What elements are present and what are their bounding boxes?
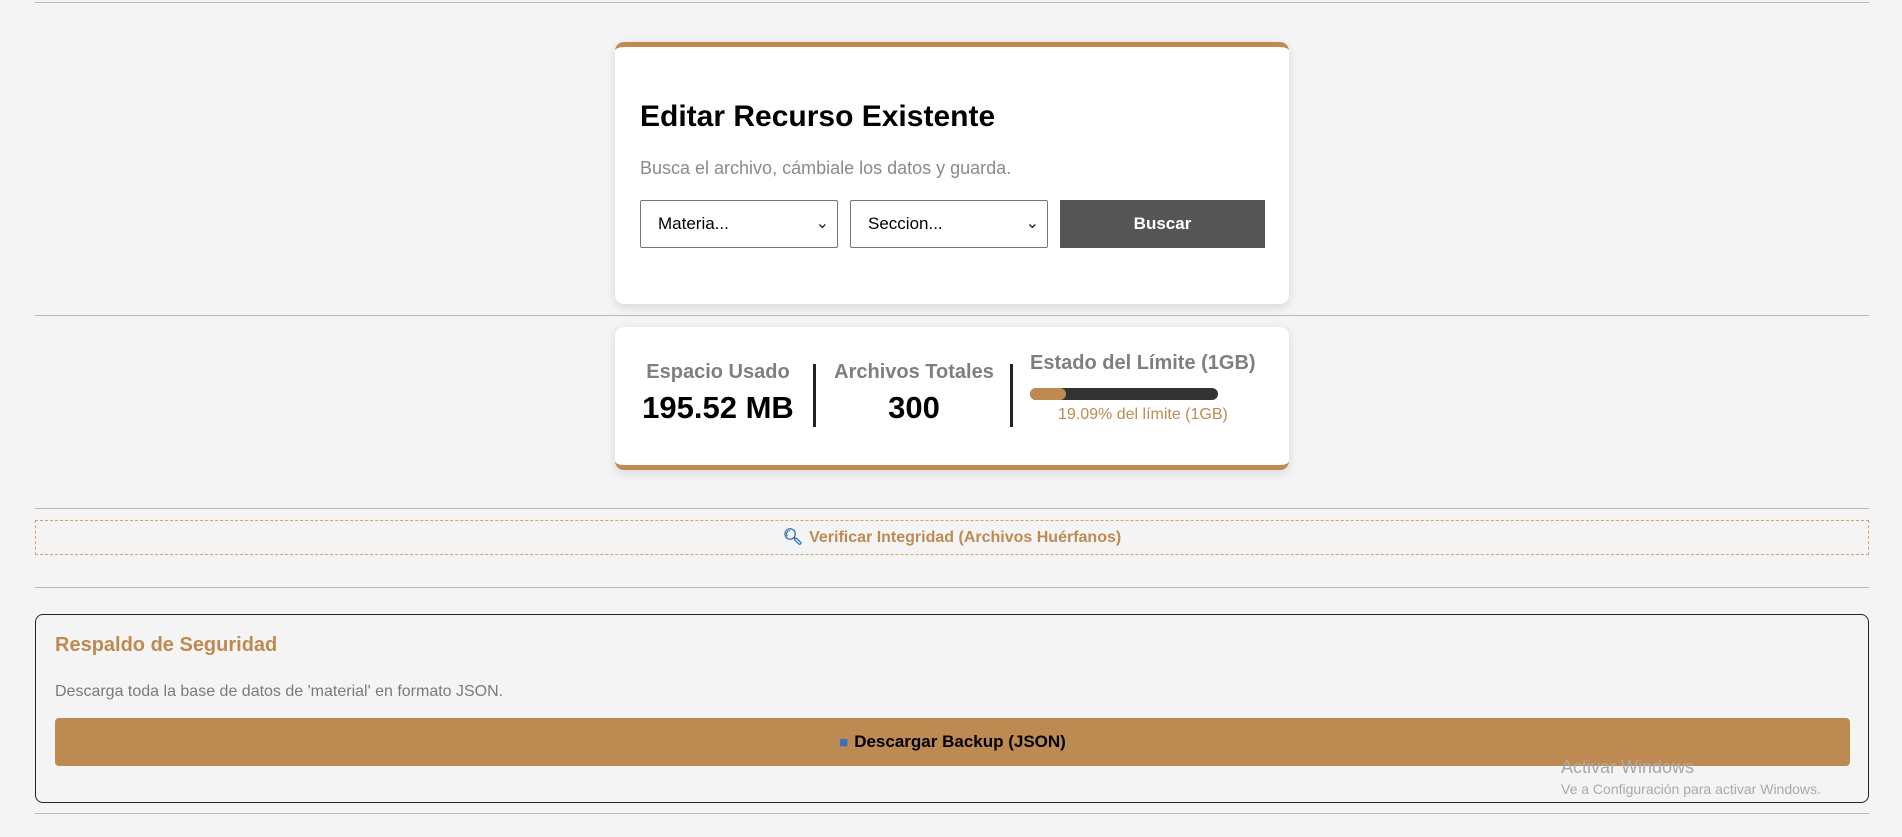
edit-resource-card: Editar Recurso Existente Busca el archiv… — [615, 42, 1289, 304]
search-button[interactable]: Buscar — [1060, 200, 1265, 248]
bottom-divider — [35, 813, 1869, 814]
stat-separator — [1010, 364, 1013, 427]
used-space-value: 195.52 MB — [642, 390, 794, 425]
chevron-down-icon: ⌄ — [1025, 215, 1039, 232]
limit-progress-bar — [1030, 388, 1218, 400]
stat-used-space: Espacio Usado 195.52 MB — [633, 361, 803, 426]
seccion-select[interactable]: Seccion... ⌄ — [850, 200, 1048, 248]
seccion-select-value: Seccion... — [868, 214, 943, 233]
package-icon: ■ — [839, 734, 849, 751]
backup-title: Respaldo de Seguridad — [55, 634, 278, 656]
used-space-label: Espacio Usado — [646, 361, 790, 383]
watermark-subtitle: Ve a Configuración para activar Windows. — [1561, 781, 1821, 797]
total-files-label: Archivos Totales — [834, 361, 994, 383]
top-divider — [35, 2, 1869, 3]
windows-activation-watermark: Activar Windows Ve a Configuración para … — [1561, 757, 1821, 797]
limit-progress-text: 19.09% del límite (1GB) — [1058, 406, 1228, 423]
materia-select-value: Materia... — [658, 214, 729, 233]
verify-integrity-button[interactable]: 🔍︎ Verificar Integridad (Archivos Huérfan… — [35, 520, 1869, 555]
divider — [35, 315, 1869, 316]
edit-title: Editar Recurso Existente — [640, 100, 996, 133]
stat-total-files: Archivos Totales 300 — [829, 361, 999, 426]
verify-integrity-label: Verificar Integridad (Archivos Huérfanos… — [809, 529, 1122, 546]
limit-progress-fill — [1030, 388, 1066, 400]
edit-subtitle: Busca el archivo, cámbiale los datos y g… — [640, 158, 1012, 178]
chevron-down-icon: ⌄ — [815, 215, 829, 232]
total-files-value: 300 — [888, 390, 940, 425]
magnifier-icon: 🔍︎ — [782, 529, 804, 546]
download-backup-label: Descargar Backup (JSON) — [854, 732, 1066, 751]
divider — [35, 508, 1869, 509]
limit-status-label: Estado del Límite (1GB) — [1030, 352, 1256, 374]
materia-select[interactable]: Materia... ⌄ — [640, 200, 838, 248]
storage-stats-card: Espacio Usado 195.52 MB Archivos Totales… — [615, 327, 1289, 470]
backup-description: Descarga toda la base de datos de 'mater… — [55, 683, 504, 700]
stat-separator — [813, 364, 816, 427]
divider — [35, 587, 1869, 588]
watermark-title: Activar Windows — [1561, 757, 1695, 777]
